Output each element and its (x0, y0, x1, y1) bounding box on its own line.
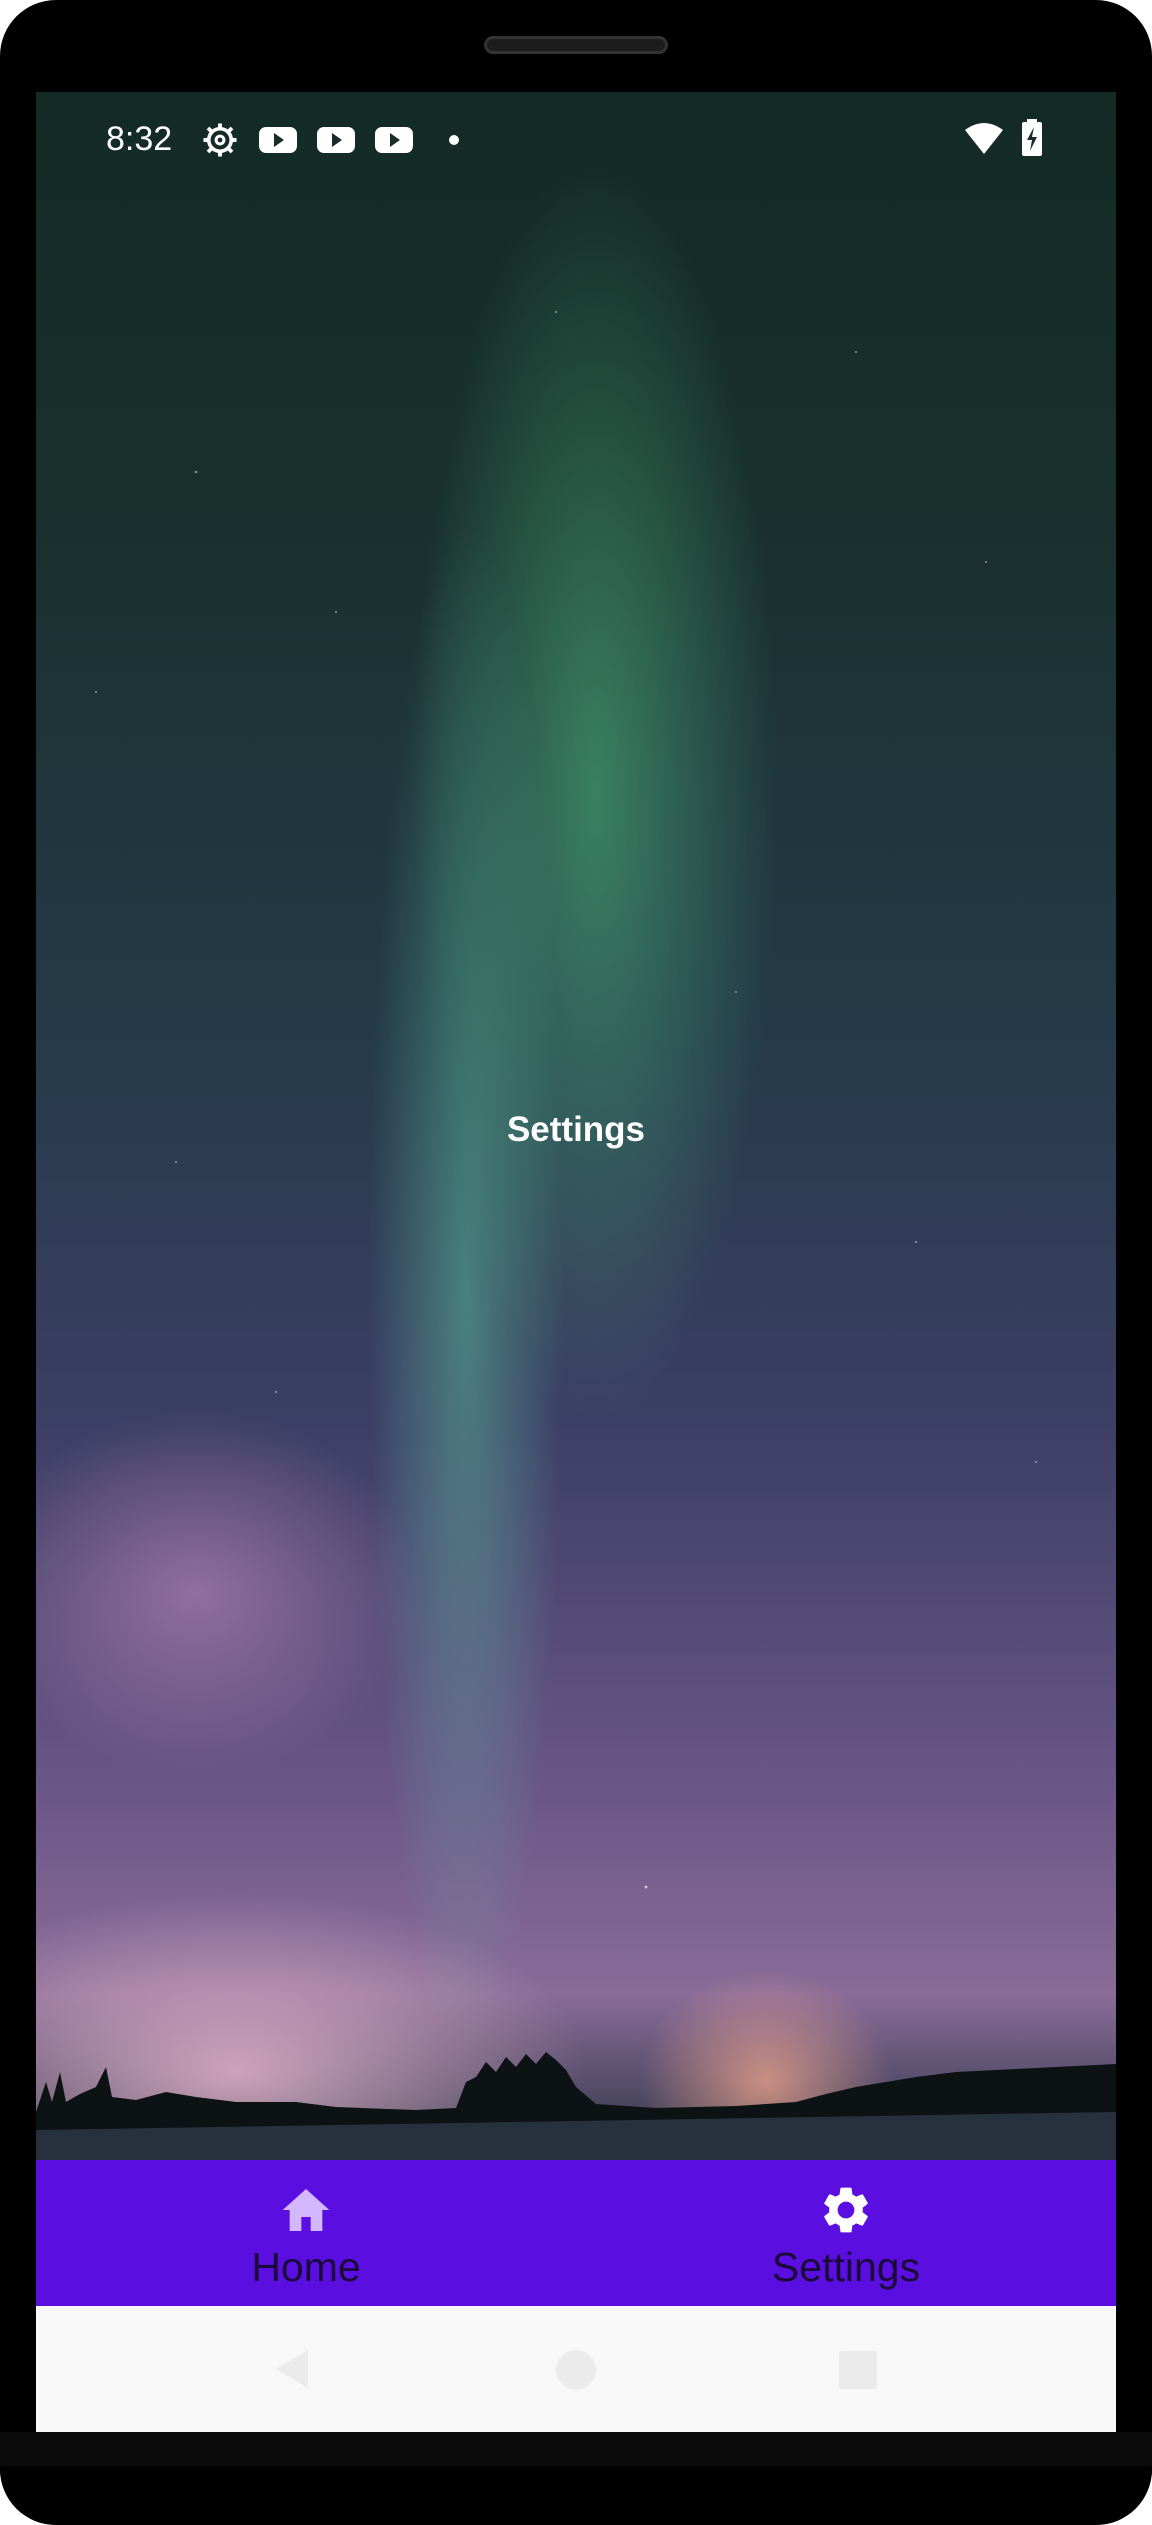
nav-item-settings[interactable]: Settings (576, 2160, 1116, 2306)
phone-bottom-bezel (0, 2466, 1152, 2525)
earpiece-speaker (484, 36, 668, 54)
notification-dot-icon (449, 135, 459, 145)
phone-chin (0, 2432, 1152, 2466)
phone-frame: Settings 8:32 Home Settings (0, 0, 1152, 2525)
wifi-icon (965, 123, 1003, 154)
recents-icon[interactable] (836, 2348, 880, 2392)
youtube-icon (317, 127, 355, 153)
screen: Settings 8:32 Home Settings (36, 92, 1116, 2432)
home-icon (282, 2189, 330, 2231)
youtube-icon (259, 127, 297, 153)
gear-icon (824, 2187, 868, 2233)
status-time: 8:32 (106, 120, 173, 158)
nav-item-home[interactable]: Home (36, 2160, 576, 2306)
settings-gear-icon (203, 123, 237, 157)
bottom-navigation: Home Settings (36, 2160, 1116, 2306)
battery-charging-icon (1022, 119, 1042, 156)
system-navigation-bar (36, 2306, 1116, 2432)
nav-label-settings: Settings (771, 2244, 921, 2290)
nav-label-home: Home (251, 2244, 361, 2290)
status-bar: 8:32 (36, 92, 1116, 188)
treeline-silhouette (36, 2052, 1116, 2160)
back-icon[interactable] (270, 2346, 314, 2392)
youtube-icon (375, 127, 413, 153)
home-circle-icon[interactable] (554, 2348, 598, 2392)
page-title: Settings (506, 1110, 646, 1149)
